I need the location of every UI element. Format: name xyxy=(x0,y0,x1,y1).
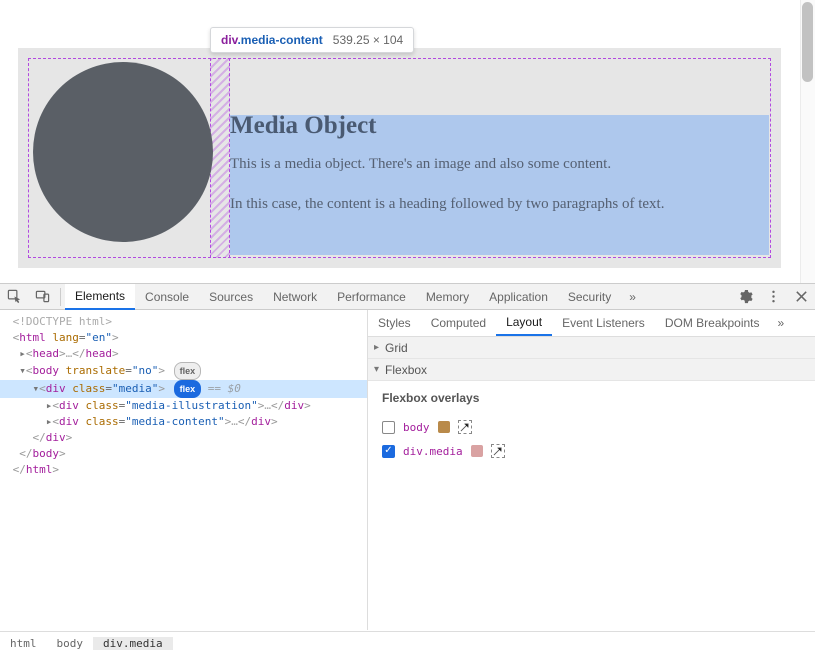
overlay-label-body[interactable]: body xyxy=(403,421,430,434)
tab-performance[interactable]: Performance xyxy=(327,284,416,310)
dom-doctype[interactable]: <!DOCTYPE html> xyxy=(0,314,367,330)
flex-overlay-gap xyxy=(210,58,230,258)
tooltip-dimensions: 539.25 × 104 xyxy=(333,33,403,47)
inspect-icon[interactable] xyxy=(0,284,28,310)
tab-network[interactable]: Network xyxy=(263,284,327,310)
settings-icon[interactable] xyxy=(731,284,759,310)
section-flexbox[interactable]: ▾Flexbox xyxy=(368,359,815,381)
media-paragraph-2: In this case, the content is a heading f… xyxy=(230,196,664,213)
overlay-label-media[interactable]: div.media xyxy=(403,445,463,458)
overlay-checkbox-media[interactable] xyxy=(382,445,395,458)
devtools-window: Media Object This is a media object. The… xyxy=(0,0,815,656)
side-tab-event-listeners[interactable]: Event Listeners xyxy=(552,310,655,336)
crumb-media[interactable]: div.media xyxy=(93,637,173,650)
overlay-picker-media[interactable] xyxy=(491,444,505,458)
crumb-html[interactable]: html xyxy=(0,637,47,650)
dom-body-close[interactable]: </body> xyxy=(0,446,367,462)
side-tabs: Styles Computed Layout Event Listeners D… xyxy=(368,310,815,337)
flex-overlays-title: Flexbox overlays xyxy=(382,391,801,405)
dom-media-open[interactable]: ▾<div class="media"> flex == $0 xyxy=(0,380,367,398)
dom-media-illustration[interactable]: ▸<div class="media-illustration">…</div> xyxy=(0,398,367,414)
tab-console[interactable]: Console xyxy=(135,284,199,310)
tooltip-selector: div.media-content xyxy=(221,33,323,47)
overlay-row-media: div.media xyxy=(382,439,801,463)
tab-sources[interactable]: Sources xyxy=(199,284,263,310)
devtools-toolbar: Elements Console Sources Network Perform… xyxy=(0,283,815,310)
overlay-swatch-body[interactable] xyxy=(438,421,450,433)
overlay-row-body: body xyxy=(382,415,801,439)
kebab-menu-icon[interactable] xyxy=(759,284,787,310)
tab-memory[interactable]: Memory xyxy=(416,284,479,310)
styles-panel: Styles Computed Layout Event Listeners D… xyxy=(368,310,815,630)
tabs-overflow[interactable]: » xyxy=(621,284,644,310)
crumb-body[interactable]: body xyxy=(47,637,94,650)
dom-media-content[interactable]: ▸<div class="media-content">…</div> xyxy=(0,414,367,430)
close-icon[interactable] xyxy=(787,284,815,310)
element-tooltip: div.media-content 539.25 × 104 xyxy=(210,27,414,53)
dom-html-open[interactable]: <html lang="en"> xyxy=(0,330,367,346)
media-paragraph-1: This is a media object. There's an image… xyxy=(230,156,611,173)
scrollbar-thumb[interactable] xyxy=(802,2,813,82)
media-heading: Media Object xyxy=(230,112,376,140)
overlay-picker-body[interactable] xyxy=(458,420,472,434)
overlay-checkbox-body[interactable] xyxy=(382,421,395,434)
side-tab-styles[interactable]: Styles xyxy=(368,310,421,336)
side-tab-layout[interactable]: Layout xyxy=(496,310,552,336)
side-tab-computed[interactable]: Computed xyxy=(421,310,496,336)
overlay-swatch-media[interactable] xyxy=(471,445,483,457)
dom-body-open[interactable]: ▾<body translate="no"> flex xyxy=(0,362,367,380)
flex-badge[interactable]: flex xyxy=(174,362,202,380)
flex-badge-active[interactable]: flex xyxy=(174,380,202,398)
section-grid[interactable]: ▸Grid xyxy=(368,337,815,359)
devtools-tabs: Elements Console Sources Network Perform… xyxy=(65,284,731,310)
dom-head[interactable]: ▸<head>…</head> xyxy=(0,346,367,362)
side-tabs-overflow[interactable]: » xyxy=(770,316,793,330)
tab-application[interactable]: Application xyxy=(479,284,558,310)
dom-html-close[interactable]: </html> xyxy=(0,462,367,478)
media-container: Media Object This is a media object. The… xyxy=(18,48,781,268)
scrollbar[interactable] xyxy=(800,0,815,283)
side-tab-dom-breakpoints[interactable]: DOM Breakpoints xyxy=(655,310,770,336)
tab-elements[interactable]: Elements xyxy=(65,284,135,310)
dom-tree[interactable]: <!DOCTYPE html> <html lang="en"> ▸<head>… xyxy=(0,310,368,630)
device-toggle-icon[interactable] xyxy=(28,284,56,310)
media-illustration xyxy=(33,62,213,242)
breadcrumbs: html body div.media xyxy=(0,631,815,655)
flexbox-overlays: Flexbox overlays body div.media xyxy=(368,381,815,463)
dom-media-close[interactable]: </div> xyxy=(0,430,367,446)
separator xyxy=(60,288,61,306)
tab-security[interactable]: Security xyxy=(558,284,621,310)
page-viewport: Media Object This is a media object. The… xyxy=(0,0,815,283)
